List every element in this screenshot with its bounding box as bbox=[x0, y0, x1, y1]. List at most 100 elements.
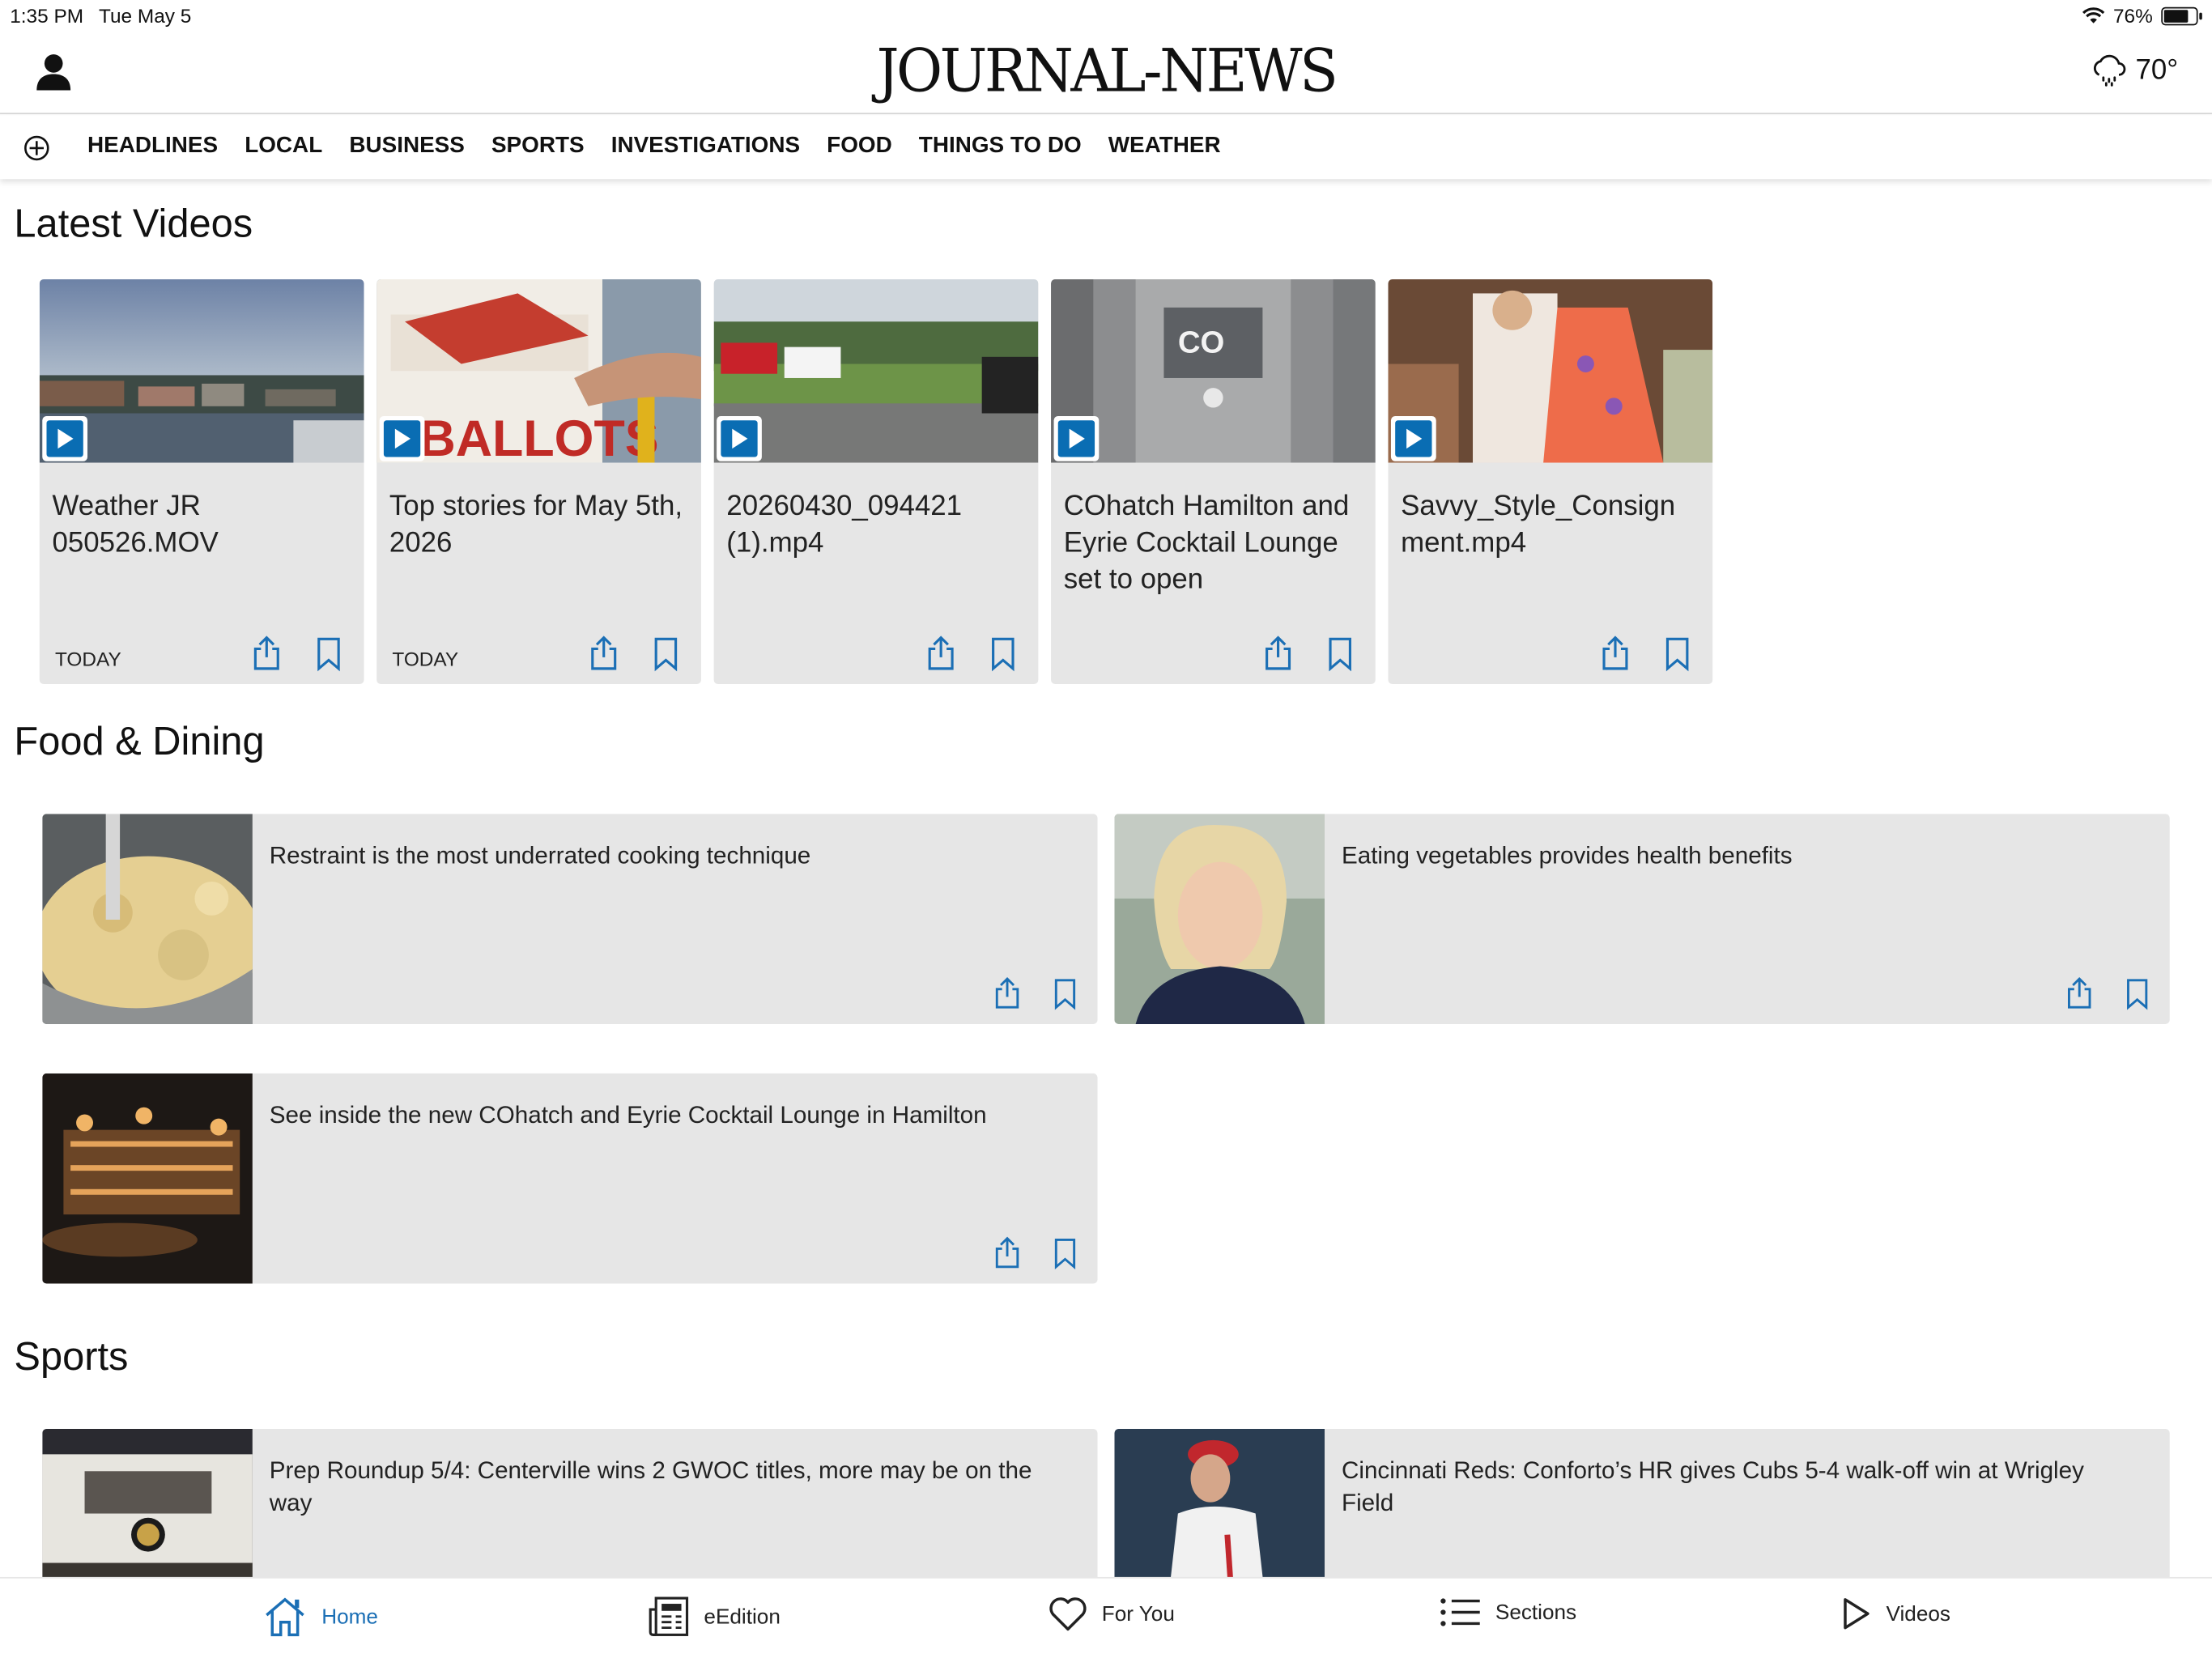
play-icon bbox=[1406, 428, 1423, 449]
tab-sections-label: Sections bbox=[1495, 1600, 1577, 1625]
share-icon[interactable] bbox=[249, 635, 283, 671]
status-time: 1:35 PM bbox=[10, 4, 84, 28]
nav-item-investigations[interactable]: INVESTIGATIONS bbox=[611, 134, 800, 159]
play-badge[interactable] bbox=[1390, 415, 1436, 461]
video-card[interactable]: Savvy_Style_Consign ment.mp4 bbox=[1388, 278, 1713, 685]
video-thumbnail bbox=[713, 278, 1039, 463]
play-badge[interactable] bbox=[1053, 415, 1100, 461]
rain-cloud-icon bbox=[2093, 54, 2125, 87]
battery-icon bbox=[2161, 6, 2202, 25]
video-date: TODAY bbox=[54, 647, 121, 670]
bottom-tab-bar: Home eEdition For You Sections Videos bbox=[0, 1576, 2212, 1658]
video-card[interactable]: Weather JR 050526.MOV TODAY bbox=[39, 278, 364, 685]
tab-sections[interactable]: Sections bbox=[1439, 1596, 1576, 1630]
brand-logo[interactable]: JOURNAL-NEWS bbox=[0, 38, 2212, 106]
article-card[interactable]: Restraint is the most underrated cooking… bbox=[42, 814, 1098, 1024]
video-thumbnail bbox=[1388, 278, 1713, 463]
share-icon[interactable] bbox=[1598, 635, 1632, 671]
tab-videos[interactable]: Videos bbox=[1841, 1596, 1950, 1632]
video-title[interactable]: 20260430_094421 (1).mp4 bbox=[726, 488, 1031, 562]
home-icon bbox=[266, 1597, 304, 1637]
bookmark-icon[interactable] bbox=[649, 636, 683, 673]
video-thumbnail: CO bbox=[1051, 278, 1376, 463]
play-badge[interactable] bbox=[379, 415, 425, 461]
newspaper-icon bbox=[649, 1596, 689, 1636]
section-nav: HEADLINES LOCAL BUSINESS SPORTS INVESTIG… bbox=[0, 115, 2212, 180]
video-date: TODAY bbox=[392, 647, 459, 670]
video-card[interactable]: BALLOTS Top stories for May 5th, 2026 TO… bbox=[376, 278, 701, 685]
nav-item-weather[interactable]: WEATHER bbox=[1108, 134, 1221, 159]
tab-home[interactable]: Home bbox=[262, 1596, 378, 1638]
bookmark-icon[interactable] bbox=[1049, 977, 1080, 1011]
heart-icon bbox=[1049, 1597, 1087, 1631]
play-icon bbox=[394, 428, 411, 449]
article-title[interactable]: Cincinnati Reds: Conforto’s HR gives Cub… bbox=[1342, 1454, 2119, 1519]
article-title[interactable]: See inside the new COhatch and Eyrie Coc… bbox=[270, 1099, 1047, 1131]
nav-item-things-to-do[interactable]: THINGS TO DO bbox=[919, 134, 1082, 159]
video-thumbnail bbox=[39, 278, 364, 463]
section-title-food-dining[interactable]: Food & Dining bbox=[14, 720, 264, 765]
bookmark-icon[interactable] bbox=[986, 636, 1020, 673]
share-icon[interactable] bbox=[587, 635, 621, 671]
masthead: JOURNAL-NEWS 70° bbox=[0, 34, 2212, 115]
svg-text:CO: CO bbox=[1178, 325, 1225, 360]
play-icon bbox=[732, 428, 748, 449]
video-title[interactable]: Weather JR 050526.MOV bbox=[52, 488, 356, 562]
play-outline-icon bbox=[1844, 1598, 1870, 1630]
article-thumbnail bbox=[42, 1073, 253, 1284]
nav-item-local[interactable]: LOCAL bbox=[245, 134, 322, 159]
bookmark-icon[interactable] bbox=[1049, 1237, 1080, 1271]
nav-item-sports[interactable]: SPORTS bbox=[491, 134, 585, 159]
tab-videos-label: Videos bbox=[1886, 1601, 1950, 1626]
share-icon[interactable] bbox=[924, 635, 958, 671]
nav-items: HEADLINES LOCAL BUSINESS SPORTS INVESTIG… bbox=[87, 134, 1221, 159]
tab-eedition[interactable]: eEdition bbox=[648, 1596, 781, 1638]
list-icon bbox=[1440, 1598, 1480, 1626]
article-title[interactable]: Prep Roundup 5/4: Centerville wins 2 GWO… bbox=[270, 1454, 1047, 1519]
article-thumbnail bbox=[1114, 814, 1325, 1024]
battery-percent: 76% bbox=[2112, 4, 2153, 28]
article-card[interactable]: See inside the new COhatch and Eyrie Coc… bbox=[42, 1073, 1098, 1284]
article-title[interactable]: Eating vegetables provides health benefi… bbox=[1342, 840, 2119, 872]
battery-fill bbox=[2163, 9, 2188, 23]
video-thumbnail: BALLOTS bbox=[376, 278, 701, 463]
temperature: 70° bbox=[2135, 54, 2179, 86]
add-section-icon[interactable] bbox=[23, 134, 51, 163]
wifi-icon bbox=[2082, 7, 2105, 23]
tab-home-label: Home bbox=[321, 1604, 378, 1629]
nav-item-food[interactable]: FOOD bbox=[827, 134, 892, 159]
share-icon[interactable] bbox=[992, 976, 1023, 1010]
video-title[interactable]: Savvy_Style_Consign ment.mp4 bbox=[1401, 488, 1705, 562]
share-icon[interactable] bbox=[2064, 976, 2095, 1010]
section-title-latest-videos[interactable]: Latest Videos bbox=[14, 202, 253, 247]
play-icon bbox=[57, 428, 74, 449]
section-title-sports[interactable]: Sports bbox=[14, 1334, 128, 1380]
play-badge[interactable] bbox=[717, 415, 762, 461]
svg-text:BALLOTS: BALLOTS bbox=[419, 410, 658, 463]
status-date: Tue May 5 bbox=[98, 4, 192, 28]
article-title[interactable]: Restraint is the most underrated cooking… bbox=[270, 840, 1047, 872]
status-indicators: 76% bbox=[2082, 4, 2202, 28]
bookmark-icon[interactable] bbox=[312, 636, 346, 673]
tab-for-you-label: For You bbox=[1101, 1601, 1175, 1626]
bookmark-icon[interactable] bbox=[1323, 636, 1357, 673]
video-title[interactable]: Top stories for May 5th, 2026 bbox=[389, 488, 694, 562]
video-card[interactable]: 20260430_094421 (1).mp4 bbox=[713, 278, 1039, 685]
app-screen: 1:35 PM Tue May 5 76% JOURNAL-NEWS 70° H… bbox=[0, 0, 2212, 1658]
article-thumbnail bbox=[42, 814, 253, 1024]
nav-item-headlines[interactable]: HEADLINES bbox=[87, 134, 218, 159]
play-icon bbox=[1069, 428, 1085, 449]
status-bar: 1:35 PM Tue May 5 76% bbox=[0, 0, 2212, 34]
article-card[interactable]: Eating vegetables provides health benefi… bbox=[1114, 814, 2170, 1024]
weather-widget[interactable]: 70° bbox=[2091, 53, 2178, 87]
bookmark-icon[interactable] bbox=[2121, 977, 2152, 1011]
share-icon[interactable] bbox=[1261, 635, 1295, 671]
share-icon[interactable] bbox=[992, 1235, 1023, 1269]
tab-for-you[interactable]: For You bbox=[1049, 1596, 1175, 1632]
tab-eedition-label: eEdition bbox=[704, 1604, 781, 1629]
video-card[interactable]: CO COhatch Hamilton and Eyrie Cocktail L… bbox=[1051, 278, 1376, 685]
bookmark-icon[interactable] bbox=[1661, 636, 1695, 673]
video-title[interactable]: COhatch Hamilton and Eyrie Cocktail Loun… bbox=[1064, 488, 1368, 598]
play-badge[interactable] bbox=[42, 415, 88, 461]
nav-item-business[interactable]: BUSINESS bbox=[349, 134, 465, 159]
